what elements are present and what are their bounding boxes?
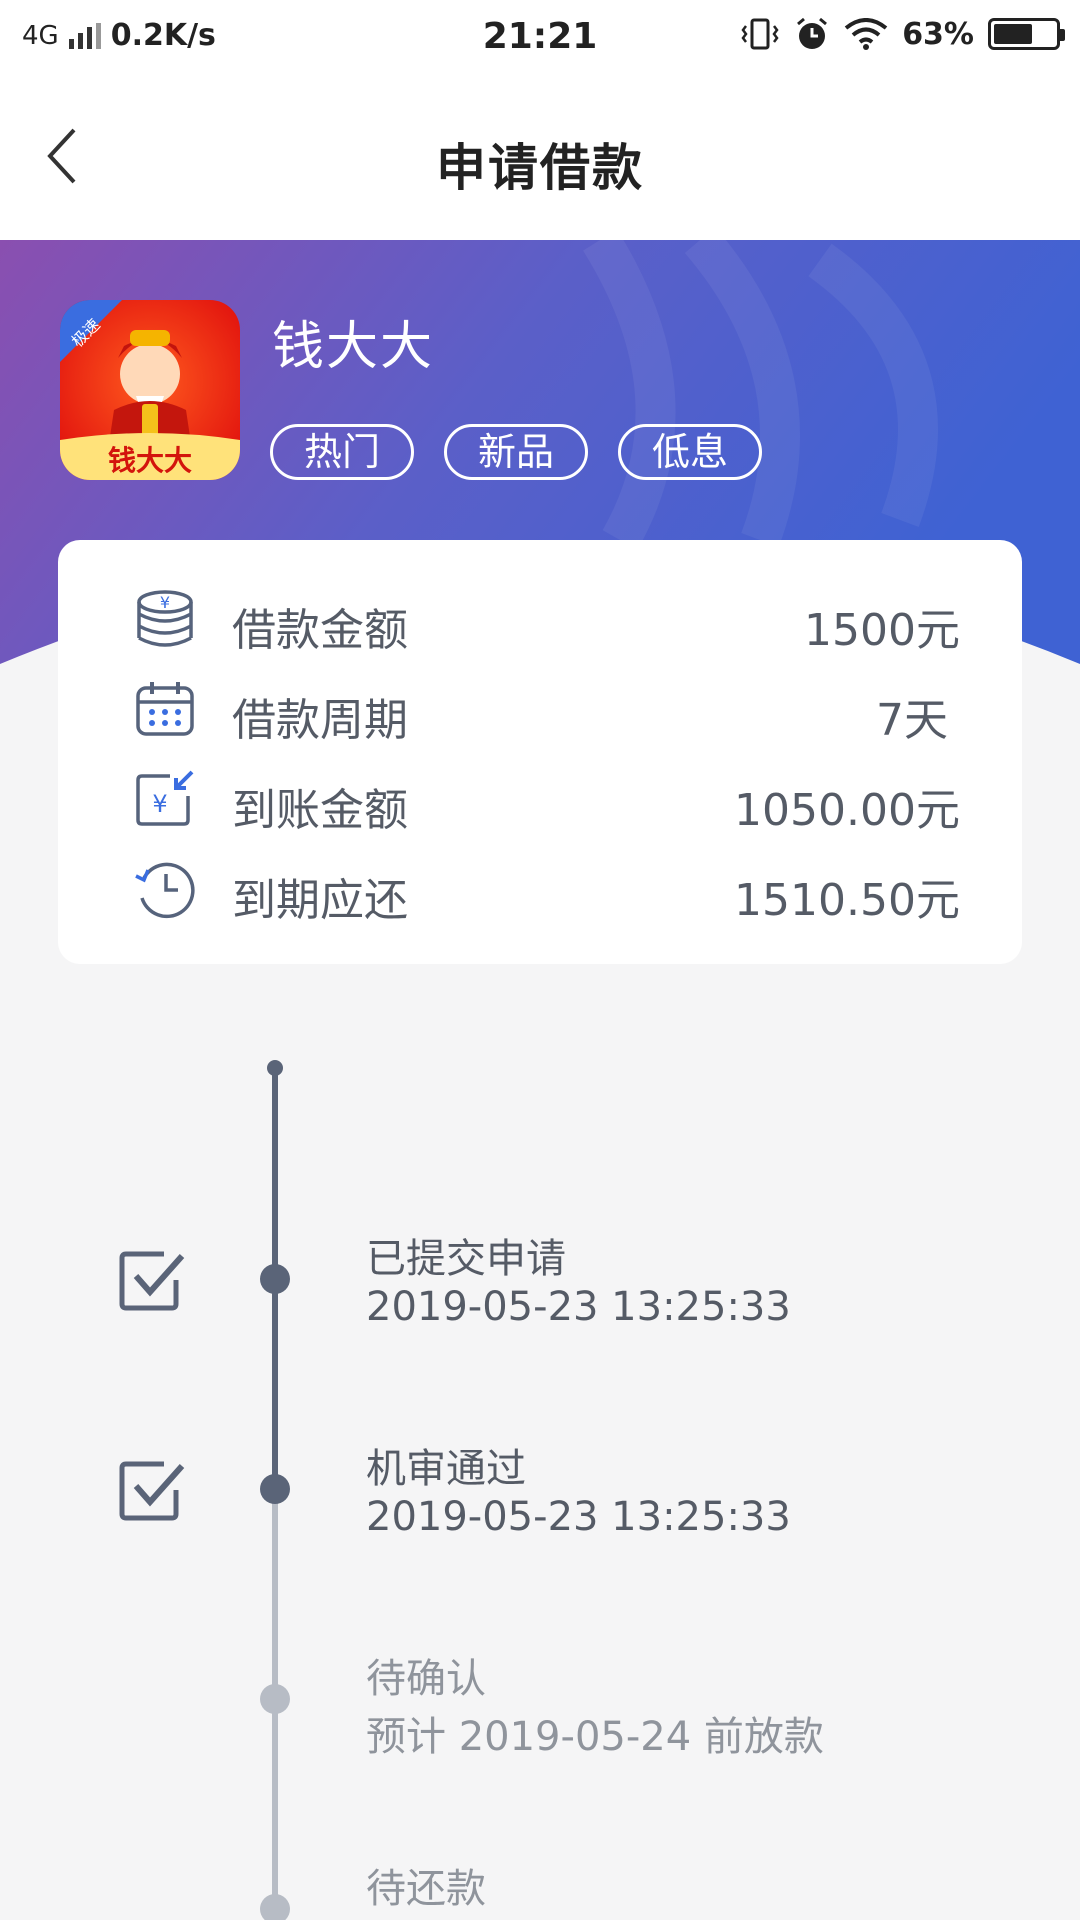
due-amount-label: 到期应还 [232, 875, 408, 926]
loan-period-row: 借款周期 7天 [58, 674, 1022, 746]
svg-text:¥: ¥ [160, 593, 170, 612]
tag-low-interest: 低息 [618, 424, 762, 480]
loan-period-value: 7天 [876, 695, 948, 746]
calendar-icon [136, 682, 194, 736]
status-right: 63% [740, 16, 1065, 52]
timeline-start-dot [267, 1060, 283, 1076]
loan-amount-row: ¥ 借款金额 1500元 [58, 584, 1022, 656]
timeline-dot-done [260, 1264, 290, 1294]
step-approved-title: 机审通过 [366, 1446, 526, 1492]
screen: 4G 0.2K/s 21:21 63% 申请借款 极速 钱大大 钱大大 热门 新… [0, 0, 1080, 1920]
product-tags: 热门 新品 低息 [270, 424, 762, 480]
timeline-dot-pending [260, 1894, 290, 1920]
received-amount-value: 1050.00元 [734, 785, 960, 836]
coins-yen-icon: ¥ [137, 590, 193, 647]
loan-amount-value: 1500元 [804, 605, 960, 656]
timeline-dot-done [260, 1474, 290, 1504]
battery-percent: 63% [902, 16, 974, 52]
step-confirm-title: 待确认 [366, 1656, 486, 1702]
logo-text: 钱大大 [108, 444, 192, 477]
battery-level [994, 24, 1032, 44]
due-amount-row: 到期应还 1510.50元 [58, 854, 1022, 926]
vibrate-icon [741, 18, 779, 50]
step-repay-title: 待还款 [366, 1866, 486, 1912]
tag-hot: 热门 [270, 424, 414, 480]
loan-period-label: 借款周期 [232, 695, 408, 746]
received-amount-row: ¥ 到账金额 1050.00元 [58, 764, 1022, 836]
loan-amount-label: 借款金额 [232, 605, 408, 656]
loan-info-card: ¥ 借款金额 1500元 借款周期 7天 ¥ 到账金额 1050.00元 到期应… [58, 540, 1022, 964]
app-logo: 极速 钱大大 [60, 300, 240, 480]
received-amount-label: 到账金额 [232, 785, 408, 836]
page-title: 申请借款 [436, 139, 644, 197]
checkbox-checked-icon [119, 1461, 185, 1521]
step-submitted-time: 2019-05-23 13:25:33 [366, 1284, 791, 1330]
battery-icon [988, 18, 1065, 50]
product-name: 钱大大 [272, 317, 435, 377]
timeline-dot-pending [260, 1684, 290, 1714]
tag-new: 新品 [444, 424, 588, 480]
status-bar: 4G 0.2K/s 21:21 63% [0, 0, 1080, 76]
step-approved-time: 2019-05-23 13:25:33 [366, 1494, 791, 1540]
clock-history-icon [135, 862, 195, 919]
wifi-icon [844, 18, 888, 50]
navigation-bar: 申请借款 [0, 76, 1080, 240]
checkbox-checked-icon [119, 1251, 185, 1311]
due-amount-value: 1510.50元 [734, 875, 960, 926]
step-confirm-note: 预计 2019-05-24 前放款 [366, 1714, 824, 1760]
step-submitted-title: 已提交申请 [366, 1236, 566, 1282]
yen-receive-icon: ¥ [136, 770, 194, 826]
svg-text:¥: ¥ [152, 790, 167, 818]
alarm-icon [797, 17, 828, 49]
